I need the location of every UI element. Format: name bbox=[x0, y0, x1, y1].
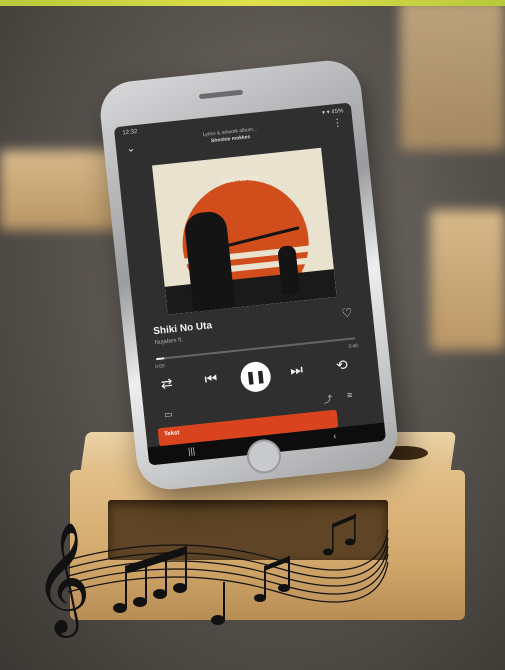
treble-clef-icon: 𝄞 bbox=[34, 521, 91, 638]
queue-icon[interactable]: ≡ bbox=[347, 390, 353, 400]
player-header: Lyrics & artwork album... Shoshie mokkes bbox=[145, 120, 316, 152]
progress-bar[interactable] bbox=[156, 337, 356, 361]
time-total: 3:48 bbox=[348, 343, 359, 350]
top-edge-strip bbox=[0, 0, 505, 6]
song-artist: Nujabes ft. bbox=[154, 337, 184, 347]
skip-next-icon[interactable]: ⏭ bbox=[289, 361, 303, 379]
heart-icon[interactable]: ♡ bbox=[341, 305, 353, 320]
status-icons: ▾ ▾ 45% bbox=[321, 108, 344, 117]
progress-fill bbox=[156, 357, 165, 361]
photo-scene: 12:32 ▾ ▾ 45% ⌄ Lyrics & artwork album..… bbox=[0, 0, 505, 670]
share-icon[interactable]: ⤴ bbox=[323, 392, 333, 406]
pause-icon: ❚❚ bbox=[244, 368, 267, 385]
skip-previous-icon[interactable]: ⏮ bbox=[204, 370, 218, 388]
repeat-icon[interactable]: ⟲ bbox=[335, 356, 348, 374]
back-icon[interactable]: ‹ bbox=[333, 431, 337, 441]
chevron-down-icon[interactable]: ⌄ bbox=[125, 141, 136, 155]
background-wood-block-right bbox=[430, 210, 505, 350]
status-time: 12:32 bbox=[122, 128, 138, 137]
phone-earpiece bbox=[198, 89, 244, 100]
album-cover: Shiki No Uta bbox=[152, 147, 337, 315]
smartphone: 12:32 ▾ ▾ 45% ⌄ Lyrics & artwork album..… bbox=[97, 57, 401, 493]
more-vertical-icon[interactable]: ⋮ bbox=[332, 117, 343, 129]
background-wood-block-top bbox=[400, 0, 505, 150]
time-elapsed: 0:00 bbox=[154, 363, 166, 371]
music-notes-decoration: 𝄞 bbox=[34, 514, 389, 638]
devices-icon[interactable]: ▭ bbox=[164, 409, 174, 421]
shuffle-icon[interactable]: ⇄ bbox=[160, 375, 173, 393]
music-staff-lines bbox=[67, 529, 389, 603]
song-title: Shiki No Uta bbox=[152, 320, 213, 338]
recent-apps-icon[interactable]: ||| bbox=[188, 446, 196, 457]
lyrics-label: Tekst bbox=[163, 430, 180, 438]
music-player-screen: 12:32 ▾ ▾ 45% ⌄ Lyrics & artwork album..… bbox=[113, 102, 387, 466]
pause-button[interactable]: ❚❚ bbox=[239, 360, 273, 394]
